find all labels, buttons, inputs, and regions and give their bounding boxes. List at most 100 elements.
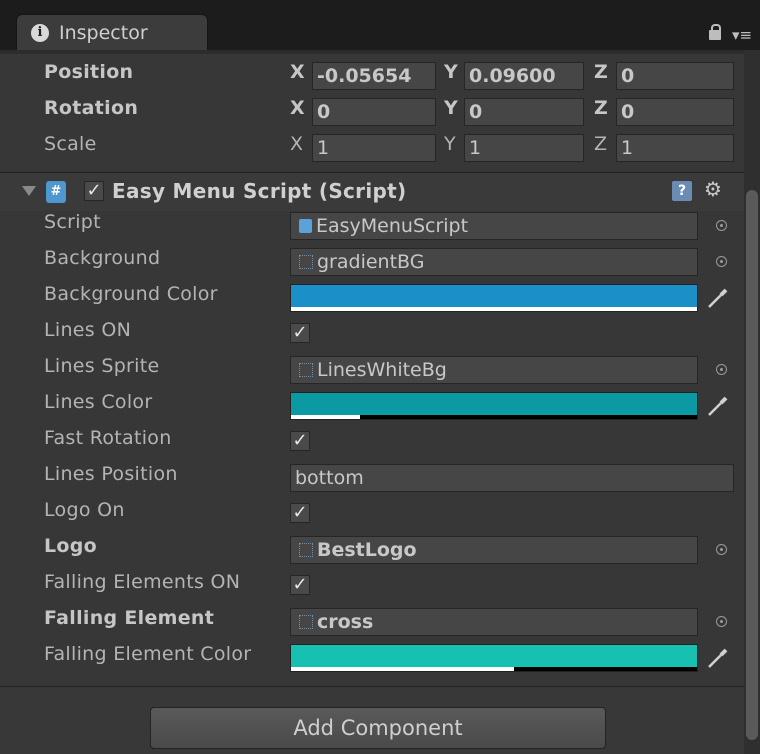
background-value: gradientBG [317, 251, 425, 273]
falling-element-label: Falling Element [44, 607, 215, 629]
alpha-bar [291, 415, 361, 419]
rotation-x-field[interactable]: 0 [312, 98, 436, 126]
help-icon[interactable]: ? [672, 181, 692, 201]
script-field[interactable]: EasyMenuScript [290, 212, 698, 240]
lines-color-row: Lines Color [0, 388, 744, 424]
scale-label: Scale [44, 133, 97, 155]
fold-icon[interactable] [22, 186, 36, 196]
tab-title: Inspector [59, 22, 148, 44]
scale-z-label: Z [594, 133, 608, 155]
object-picker-icon[interactable] [716, 364, 727, 375]
fast-rotation-checkbox[interactable]: ✓ [290, 431, 310, 451]
script-row: Script EasyMenuScript [0, 208, 744, 244]
fast-rotation-label: Fast Rotation [44, 427, 172, 449]
scale-y-field[interactable]: 1 [464, 134, 584, 162]
falling-elements-on-row: Falling Elements ON ✓ [0, 568, 744, 604]
falling-element-color-row: Falling Element Color [0, 640, 744, 676]
tab-inspector[interactable]: i Inspector [16, 14, 208, 50]
logo-field[interactable]: BestLogo [290, 536, 698, 564]
logo-row: Logo BestLogo [0, 532, 744, 568]
falling-elements-on-label: Falling Elements ON [44, 571, 241, 593]
scale-z-field[interactable]: 1 [616, 134, 734, 162]
tab-bar: i Inspector ▾≡ [0, 0, 760, 50]
position-z-label: Z [594, 61, 608, 83]
lines-color-field[interactable] [290, 392, 698, 420]
scale-y-label: Y [444, 133, 456, 155]
add-component-button[interactable]: Add Component [150, 707, 606, 749]
background-color-field[interactable] [290, 284, 698, 312]
position-x-field[interactable]: -0.05654 [312, 62, 436, 90]
falling-elements-on-checkbox[interactable]: ✓ [290, 575, 310, 595]
csharp-script-icon: # [46, 181, 66, 203]
logo-on-label: Logo On [44, 499, 125, 521]
menu-icon[interactable]: ▾≡ [732, 26, 752, 44]
position-y-field[interactable]: 0.09600 [464, 62, 584, 90]
logo-value: BestLogo [317, 539, 417, 561]
gear-icon[interactable]: ⚙ [704, 177, 722, 201]
script-label: Script [44, 211, 101, 233]
lines-sprite-row: Lines Sprite LinesWhiteBg [0, 352, 744, 388]
lines-sprite-field[interactable]: LinesWhiteBg [290, 356, 698, 384]
fast-rotation-row: Fast Rotation ✓ [0, 424, 744, 460]
alpha-bar [291, 307, 697, 311]
background-color-label: Background Color [44, 283, 218, 305]
lock-icon[interactable] [709, 24, 721, 40]
sprite-icon [299, 615, 313, 629]
content-top-edge [0, 50, 744, 54]
falling-element-row: Falling Element cross [0, 604, 744, 640]
lines-on-checkbox[interactable]: ✓ [290, 323, 310, 343]
rotation-y-field[interactable]: 0 [464, 98, 584, 126]
falling-element-field[interactable]: cross [290, 608, 698, 636]
scrollbar-thumb[interactable] [746, 190, 758, 740]
falling-element-color-label: Falling Element Color [44, 643, 252, 665]
logo-on-row: Logo On ✓ [0, 496, 744, 532]
color-swatch [291, 645, 697, 667]
component-title: Easy Menu Script (Script) [112, 179, 407, 203]
background-row: Background gradientBG [0, 244, 744, 280]
position-label: Position [44, 61, 134, 83]
logo-on-checkbox[interactable]: ✓ [290, 503, 310, 523]
inspector-content: Position X -0.05654 Y 0.09600 Z 0 Rotati… [0, 50, 744, 754]
sprite-icon [299, 543, 313, 557]
falling-element-value: cross [317, 611, 374, 633]
lines-color-label: Lines Color [44, 391, 153, 413]
scale-x-field[interactable]: 1 [312, 134, 436, 162]
rotation-x-label: X [290, 97, 305, 119]
eyedropper-icon[interactable] [706, 286, 730, 310]
lines-position-label: Lines Position [44, 463, 178, 485]
lines-position-row: Lines Position bottom [0, 460, 744, 496]
component-enabled-checkbox[interactable]: ✓ [84, 181, 104, 201]
eyedropper-icon[interactable] [706, 394, 730, 418]
transform-scale-row: Scale X 1 Y 1 Z 1 [0, 130, 744, 166]
color-swatch [291, 393, 697, 415]
object-picker-icon[interactable] [716, 220, 727, 231]
component-header[interactable]: # ✓ Easy Menu Script (Script) ? ⚙ [0, 172, 744, 211]
lines-on-label: Lines ON [44, 319, 132, 341]
lines-on-row: Lines ON ✓ [0, 316, 744, 352]
rotation-y-label: Y [444, 97, 458, 119]
color-swatch [291, 285, 697, 307]
background-color-row: Background Color [0, 280, 744, 316]
falling-element-color-field[interactable] [290, 644, 698, 672]
object-picker-icon[interactable] [716, 256, 727, 267]
info-icon: i [31, 24, 49, 42]
object-picker-icon[interactable] [716, 544, 727, 555]
sprite-icon [299, 363, 313, 377]
script-asset-icon [299, 219, 312, 233]
logo-label: Logo [44, 535, 98, 557]
scale-x-label: X [290, 133, 304, 155]
eyedropper-icon[interactable] [706, 646, 730, 670]
object-picker-icon[interactable] [716, 616, 727, 627]
position-z-field[interactable]: 0 [616, 62, 734, 90]
add-component-area: Add Component [0, 686, 744, 754]
lines-position-field[interactable]: bottom [290, 464, 734, 492]
background-label: Background [44, 247, 161, 269]
transform-rotation-row: Rotation X 0 Y 0 Z 0 [0, 94, 744, 130]
rotation-z-field[interactable]: 0 [616, 98, 734, 126]
lines-sprite-value: LinesWhiteBg [317, 359, 447, 381]
position-x-label: X [290, 61, 305, 83]
alpha-bar [291, 667, 515, 671]
background-field[interactable]: gradientBG [290, 248, 698, 276]
position-y-label: Y [444, 61, 458, 83]
rotation-label: Rotation [44, 97, 139, 119]
